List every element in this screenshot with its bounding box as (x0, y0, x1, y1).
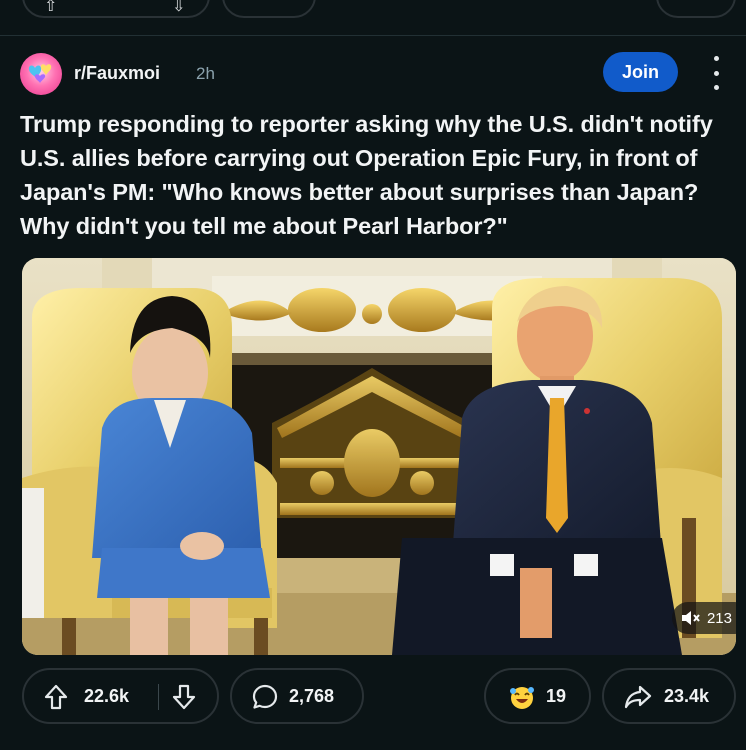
audio-toggle[interactable]: 213 (671, 602, 736, 634)
subreddit-avatar[interactable] (20, 53, 62, 95)
post-video[interactable]: 213 (22, 258, 736, 655)
share-arrow-icon (624, 685, 652, 709)
downvote-arrow-icon[interactable] (172, 684, 196, 710)
award-count: 19 (546, 686, 567, 706)
comment-count: 2,768 (289, 686, 335, 706)
award-emoji-icon (510, 687, 534, 709)
vote-pill: 22.6k (22, 668, 219, 724)
post-action-bar: 22.6k 2,768 19 23.4k (22, 668, 736, 726)
more-vertical-icon[interactable] (708, 56, 724, 90)
video-frame (22, 258, 736, 655)
post-divider (0, 35, 746, 36)
share-count: 23.4k (664, 686, 710, 706)
upvote-count: 22.6k (84, 686, 130, 706)
share-button[interactable]: 23.4k (602, 668, 736, 724)
post-header: r/Fauxmoi 2h Join (20, 52, 726, 95)
upvote-arrow-icon[interactable] (44, 684, 68, 710)
downvote-arrow-icon[interactable]: ⇩ (172, 0, 185, 16)
vote-separator (158, 684, 159, 710)
previous-post-action-bar: ⇧ ⇩ (0, 0, 746, 30)
avatar-hearts-icon (28, 64, 52, 83)
previous-share-pill[interactable] (656, 0, 736, 18)
video-badge-count: 213 (706, 609, 732, 627)
post-title[interactable]: Trump responding to reporter asking why … (20, 107, 732, 243)
audio-muted-icon (681, 611, 700, 625)
comment-button[interactable]: 2,768 (230, 668, 364, 724)
comment-bubble-icon (252, 684, 278, 709)
previous-comment-pill[interactable] (222, 0, 316, 18)
post-timestamp: 2h (196, 64, 215, 83)
previous-vote-pill[interactable]: ⇧ ⇩ (22, 0, 210, 18)
award-button[interactable]: 19 (484, 668, 591, 724)
subreddit-name[interactable]: r/Fauxmoi (74, 63, 160, 84)
join-button[interactable]: Join (603, 52, 678, 92)
upvote-arrow-icon[interactable]: ⇧ (44, 0, 57, 16)
